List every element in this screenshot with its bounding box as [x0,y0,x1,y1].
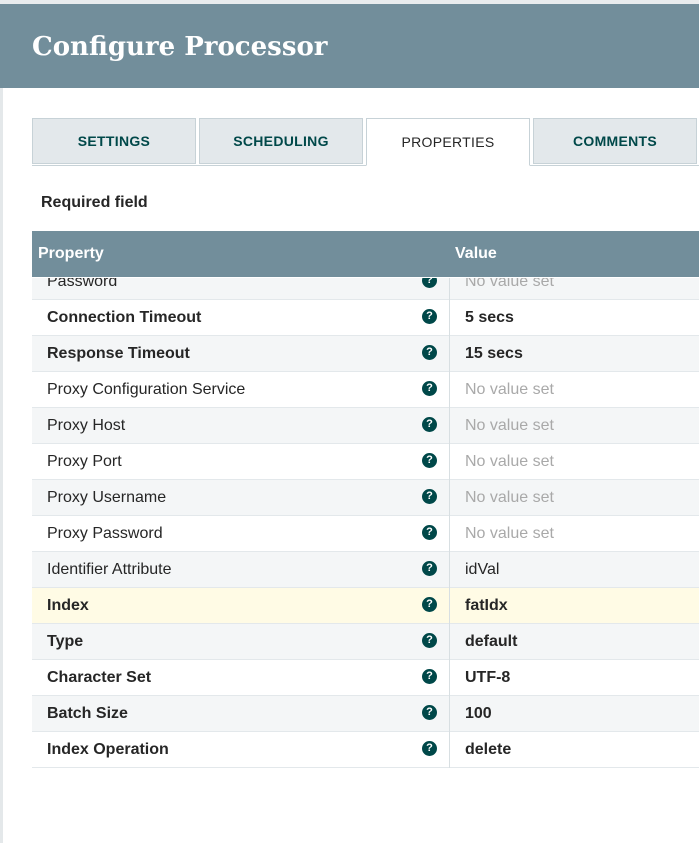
table-row[interactable]: Identifier Attribute? idVal [32,552,699,588]
question-circle-icon[interactable]: ? [422,669,437,684]
column-divider [449,696,450,732]
table-row[interactable]: Response Timeout? 15 secs [32,336,699,372]
dialog-header: Configure Processor [0,4,699,88]
question-circle-icon[interactable]: ? [422,597,437,612]
dialog-title: Configure Processor [32,32,328,62]
tab-settings[interactable]: SETTINGS [32,118,196,164]
property-value[interactable]: idVal [465,561,499,579]
column-divider [449,480,450,516]
table-row[interactable]: Password? No value set [32,278,699,300]
property-value[interactable]: default [465,633,517,651]
property-name: Identifier Attribute [47,561,172,578]
property-value[interactable]: No value set [465,525,554,543]
question-circle-icon[interactable]: ? [422,381,437,396]
column-divider [449,408,450,444]
property-value[interactable]: No value set [465,278,554,291]
column-divider [449,444,450,480]
property-name: Index [47,597,89,614]
property-value[interactable]: 15 secs [465,345,523,363]
property-name: Proxy Password [47,525,163,542]
column-divider [449,660,450,696]
property-name: Index Operation [47,741,169,758]
property-value[interactable]: delete [465,741,511,759]
table-row[interactable]: Batch Size? 100 [32,696,699,732]
question-circle-icon[interactable]: ? [422,278,437,288]
table-row[interactable]: Index Operation? delete [32,732,699,768]
tab-properties[interactable]: PROPERTIES [366,118,530,166]
column-divider [449,300,450,336]
column-divider [449,516,450,552]
table-row[interactable]: Type? default [32,624,699,660]
property-value[interactable]: No value set [465,381,554,399]
column-divider [449,588,450,624]
table-row[interactable]: Proxy Password? No value set [32,516,699,552]
question-circle-icon[interactable]: ? [422,489,437,504]
question-circle-icon[interactable]: ? [422,561,437,576]
property-name: Password [47,278,118,290]
question-circle-icon[interactable]: ? [422,633,437,648]
property-value[interactable]: UTF-8 [465,669,510,687]
column-divider [449,624,450,660]
properties-table-header: Property Value [32,231,699,277]
property-name: Character Set [47,669,152,686]
column-divider [449,278,450,300]
property-name: Connection Timeout [47,309,202,326]
question-circle-icon[interactable]: ? [422,309,437,324]
question-circle-icon[interactable]: ? [422,417,437,432]
required-field-label: Required field [41,194,148,211]
property-name: Type [47,633,84,650]
property-value[interactable]: fatIdx [465,597,508,615]
property-name: Batch Size [47,705,128,722]
property-name: Proxy Configuration Service [47,381,246,398]
table-row[interactable]: Connection Timeout? 5 secs [32,300,699,336]
property-name: Proxy Username [47,489,167,506]
table-row[interactable]: Character Set? UTF-8 [32,660,699,696]
property-value[interactable]: No value set [465,417,554,435]
column-header-value[interactable]: Value [455,245,497,263]
property-name: Proxy Host [47,417,126,434]
property-name: Proxy Port [47,453,122,470]
tab-comments[interactable]: COMMENTS [533,118,697,164]
table-row[interactable]: Proxy Username? No value set [32,480,699,516]
property-value[interactable]: 5 secs [465,309,514,327]
dialog-left-edge [0,88,3,843]
tab-scheduling[interactable]: SCHEDULING [199,118,363,164]
column-divider [449,732,450,768]
table-row[interactable]: Proxy Host? No value set [32,408,699,444]
column-divider [449,372,450,408]
question-circle-icon[interactable]: ? [422,345,437,360]
question-circle-icon[interactable]: ? [422,453,437,468]
question-circle-icon[interactable]: ? [422,525,437,540]
table-row[interactable]: Proxy Port? No value set [32,444,699,480]
property-name: Response Timeout [47,345,190,362]
property-value[interactable]: 100 [465,705,492,723]
property-value[interactable]: No value set [465,489,554,507]
column-divider [449,336,450,372]
question-circle-icon[interactable]: ? [422,741,437,756]
question-circle-icon[interactable]: ? [422,705,437,720]
column-divider [449,552,450,588]
table-row[interactable]: Index? fatIdx [32,588,699,624]
properties-table-body[interactable]: Password? No value set Connection Timeout?… [32,278,699,768]
table-row[interactable]: Proxy Configuration Service? No value set [32,372,699,408]
column-header-property[interactable]: Property [38,245,104,263]
property-value[interactable]: No value set [465,453,554,471]
